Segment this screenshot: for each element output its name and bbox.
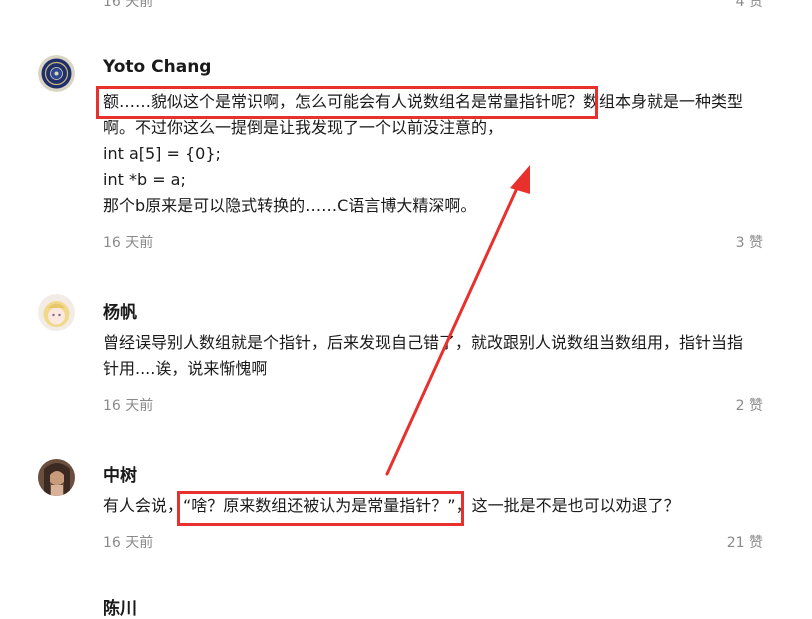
- comment-line: 针用....诶，说来惭愧啊: [103, 359, 268, 378]
- previous-comment-meta: 16 天前 4 赞: [103, 0, 763, 11]
- comment-time: 16 天前: [103, 535, 154, 551]
- comment-line: 啊。不过你这么一提倒是让我发现了一个以前没注意的，: [103, 118, 504, 137]
- comment-time: 16 天前: [103, 398, 154, 414]
- comment-line: 那个b原来是可以隐式转换的……C语言博大精深啊。: [103, 196, 477, 215]
- like-count[interactable]: 4 赞: [736, 0, 763, 11]
- comment-author[interactable]: 中树: [103, 461, 137, 486]
- comment-body: 额……貌似这个是常识啊，怎么可能会有人说数组名是常量指针呢？数组本身就是一种类型…: [103, 89, 768, 219]
- comment-author[interactable]: 杨帆: [103, 298, 137, 323]
- comment-time: 16 天前: [103, 0, 154, 10]
- comment-line: int *b = a;: [103, 170, 186, 189]
- anime-avatar-icon: [38, 294, 75, 331]
- comment-author[interactable]: 陈川: [103, 594, 137, 619]
- photo-avatar-icon: [38, 459, 75, 496]
- like-count[interactable]: 21 赞: [727, 532, 763, 552]
- avatar[interactable]: [38, 459, 75, 496]
- like-count[interactable]: 2 赞: [736, 395, 763, 415]
- comment-line: 曾经误导别人数组就是个指针，后来发现自己错了，就改跟别人说数组当数组用，指针当指: [103, 333, 744, 352]
- comment-line: 有人会说，“啥？原来数组还被认为是常量指针？”，这一批是不是也可以劝退了？: [103, 496, 680, 515]
- avatar[interactable]: [38, 55, 75, 92]
- avatar[interactable]: [38, 294, 75, 331]
- comment-body: 有人会说，“啥？原来数组还被认为是常量指针？”，这一批是不是也可以劝退了？: [103, 493, 768, 519]
- comment-line: int a[5] = {0};: [103, 144, 221, 163]
- like-count[interactable]: 3 赞: [736, 232, 763, 252]
- comment-line: 额……貌似这个是常识啊，怎么可能会有人说数组名是常量指针呢？数组本身就是一种类型: [103, 92, 744, 111]
- comment-author[interactable]: Yoto Chang: [103, 57, 211, 77]
- comment-body: 曾经误导别人数组就是个指针，后来发现自己错了，就改跟别人说数组当数组用，指针当指…: [103, 330, 768, 382]
- comment-time: 16 天前: [103, 235, 154, 251]
- emblem-avatar-icon: [38, 55, 75, 92]
